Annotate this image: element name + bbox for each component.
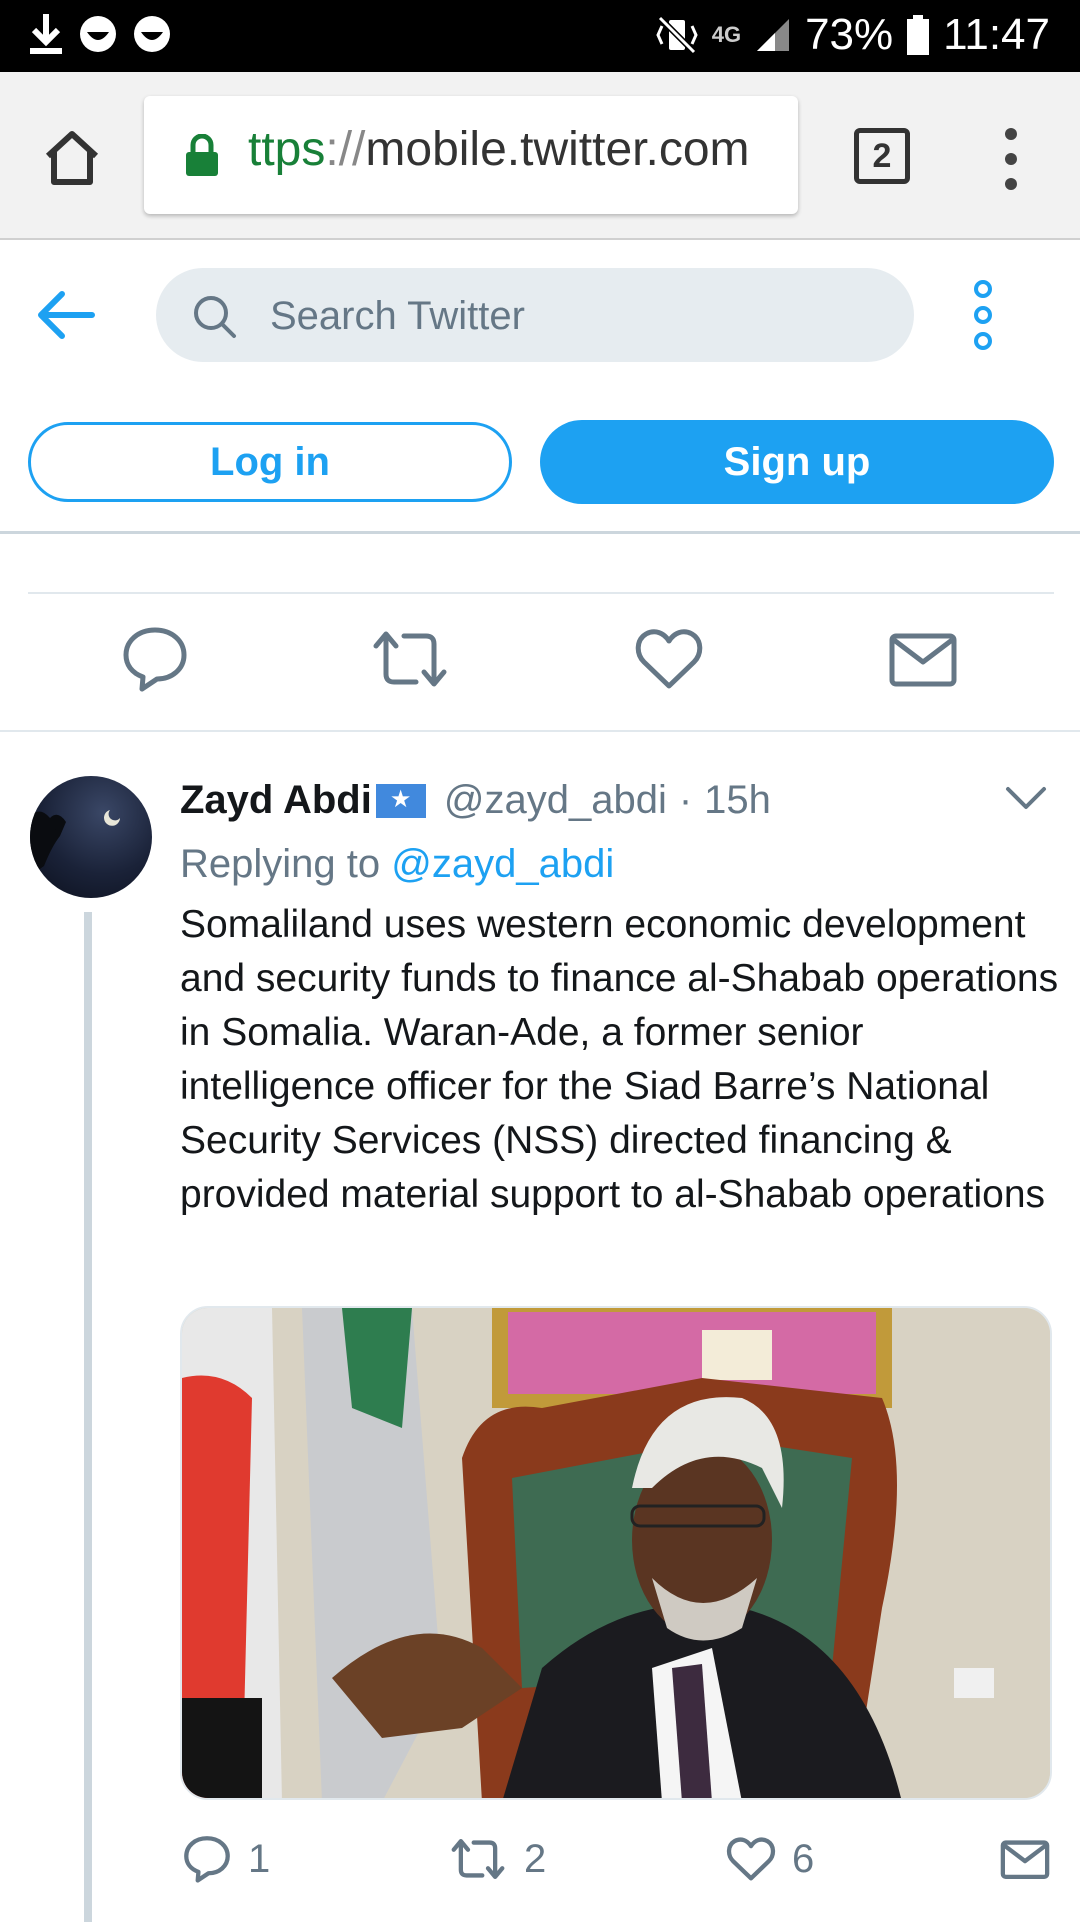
tweet-timestamp[interactable]: 15h bbox=[704, 778, 771, 823]
retweet-icon bbox=[451, 1839, 505, 1879]
notification-face-icon bbox=[80, 16, 116, 52]
retweet-count: 2 bbox=[524, 1836, 547, 1881]
lock-icon bbox=[186, 134, 218, 176]
parent-tweet-actions bbox=[0, 594, 1080, 732]
retweet-icon[interactable] bbox=[370, 624, 450, 694]
url-host: mobile.twitter.com bbox=[365, 123, 750, 176]
tweet-author-row: Zayd Abdi @zayd_abdi · 15h bbox=[180, 778, 771, 823]
reply-count: 1 bbox=[248, 1836, 271, 1881]
reply-action[interactable]: 1 bbox=[182, 1834, 270, 1884]
tweet[interactable]: Zayd Abdi @zayd_abdi · 15h Replying to @… bbox=[0, 734, 1080, 1922]
clock: 11:47 bbox=[943, 10, 1050, 59]
author-name[interactable]: Zayd Abdi bbox=[180, 778, 372, 823]
tweet-text: Somaliland uses western economic develop… bbox=[180, 903, 1059, 1216]
tab-switcher-button[interactable]: 2 bbox=[854, 128, 910, 184]
avatar-image bbox=[30, 810, 120, 876]
direct-message-action[interactable] bbox=[1000, 1834, 1050, 1884]
twitter-header: Log in Sign up bbox=[0, 240, 1080, 534]
download-icon bbox=[30, 14, 62, 54]
browser-toolbar: ttps://mobile.twitter.com 2 bbox=[0, 72, 1080, 240]
like-icon bbox=[726, 1837, 776, 1881]
replying-label: Replying to bbox=[180, 842, 381, 886]
tweet-actions: 1 2 6 bbox=[0, 1824, 1080, 1904]
battery-icon bbox=[907, 15, 930, 55]
like-count: 6 bbox=[792, 1836, 815, 1881]
like-action[interactable]: 6 bbox=[726, 1834, 814, 1884]
replying-mention-link[interactable]: @zayd_abdi bbox=[391, 842, 614, 886]
address-bar[interactable]: ttps://mobile.twitter.com bbox=[144, 96, 798, 214]
search-icon bbox=[194, 296, 236, 338]
reply-icon[interactable] bbox=[120, 624, 190, 694]
retweet-action[interactable]: 2 bbox=[448, 1834, 546, 1884]
status-bar: 4G 73% 11:47 bbox=[0, 0, 1080, 72]
author-handle[interactable]: @zayd_abdi bbox=[444, 778, 667, 823]
notification-face-icon bbox=[134, 16, 170, 52]
url-text: ttps://mobile.twitter.com bbox=[248, 122, 750, 177]
direct-message-icon[interactable] bbox=[888, 624, 958, 694]
somalia-flag-icon bbox=[375, 783, 426, 818]
signup-button[interactable]: Sign up bbox=[540, 420, 1054, 504]
tweet-photo-image bbox=[182, 1308, 1050, 1798]
login-button[interactable]: Log in bbox=[28, 422, 512, 502]
tweet-photo[interactable] bbox=[180, 1306, 1052, 1800]
reply-icon bbox=[184, 1836, 230, 1883]
back-arrow-icon[interactable] bbox=[36, 290, 96, 340]
thread-line bbox=[84, 912, 92, 1922]
chevron-down-icon[interactable] bbox=[1004, 784, 1048, 812]
url-separator: :// bbox=[325, 123, 366, 176]
signal-icon bbox=[757, 19, 790, 51]
battery-percent: 73% bbox=[805, 10, 894, 59]
search-input[interactable] bbox=[270, 288, 870, 344]
browser-menu-icon[interactable] bbox=[1000, 128, 1022, 190]
avatar[interactable] bbox=[30, 776, 152, 898]
url-scheme: ttps bbox=[248, 123, 326, 176]
vibrate-icon bbox=[656, 15, 698, 55]
direct-message-icon bbox=[1000, 1840, 1050, 1879]
network-type: 4G bbox=[711, 22, 742, 47]
search-bar[interactable] bbox=[156, 268, 914, 362]
home-icon[interactable] bbox=[40, 126, 104, 190]
like-icon[interactable] bbox=[634, 624, 704, 694]
replying-to: Replying to @zayd_abdi bbox=[180, 842, 614, 887]
separator-dot: · bbox=[678, 778, 693, 822]
more-options-icon[interactable] bbox=[970, 280, 996, 350]
